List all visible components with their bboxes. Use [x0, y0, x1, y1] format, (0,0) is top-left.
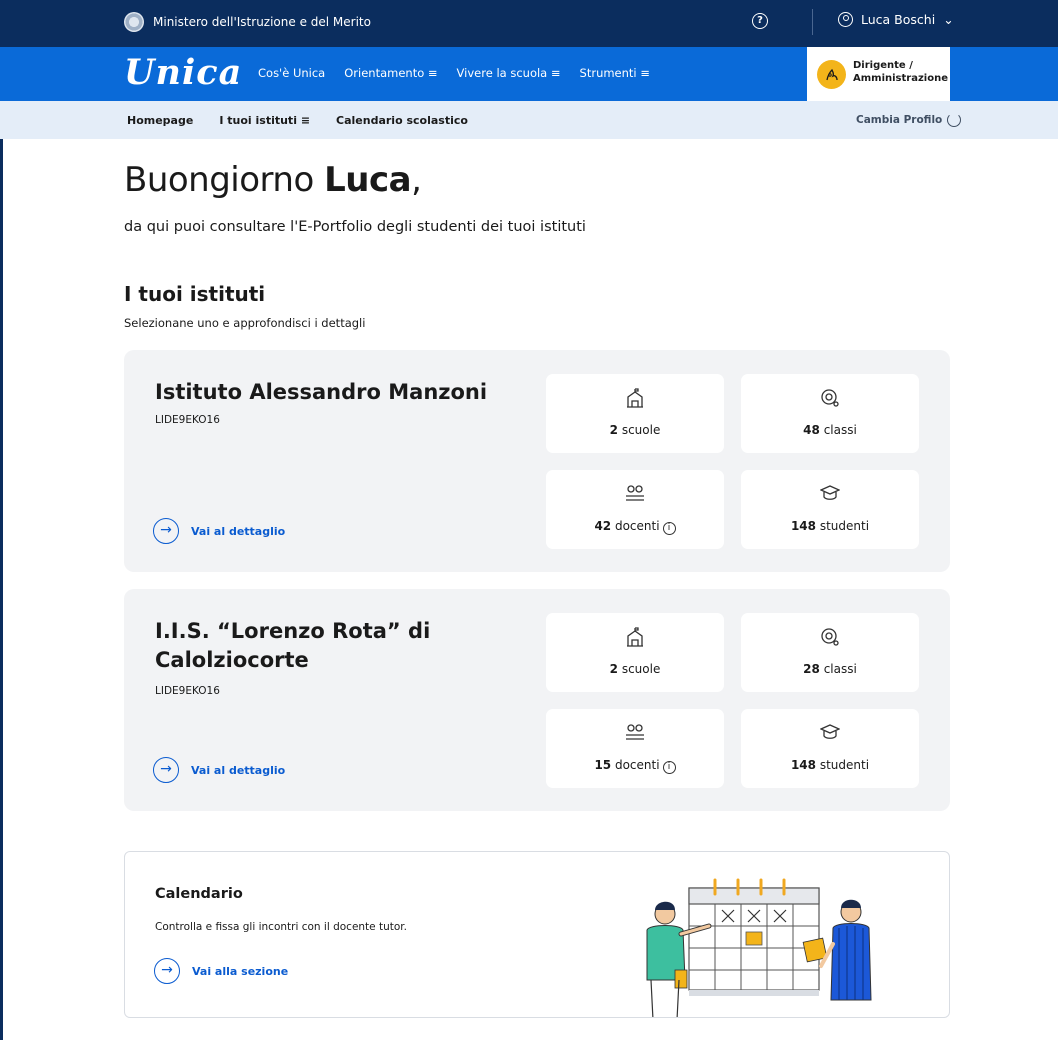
user-name: Luca Boschi — [861, 12, 936, 27]
institute-code: LIDE9EKO16 — [155, 414, 220, 426]
switch-icon — [947, 113, 962, 127]
detail-link-label: Vai al dettaglio — [191, 524, 286, 538]
greeting-text: Buongiorno — [124, 160, 314, 200]
switch-profile-label: Cambia Profilo — [856, 114, 943, 126]
arrow-right-icon: → — [154, 958, 180, 984]
detail-link[interactable]: → Vai al dettaglio — [153, 757, 285, 783]
stat-classi: 48 classi — [741, 374, 919, 453]
graduation-cap-icon — [741, 484, 919, 504]
stat-label: studenti — [819, 519, 870, 533]
stat-label: docenti — [614, 519, 660, 533]
nav-item-label: Strumenti — [579, 66, 637, 80]
stat-value: 2 — [609, 662, 618, 676]
class-icon — [741, 627, 919, 647]
stat-label: docenti — [614, 758, 660, 772]
subnav-homepage[interactable]: Homepage — [127, 114, 193, 127]
nav-item-orientamento[interactable]: Orientamento ≡ — [344, 66, 437, 80]
calendar-link[interactable]: → Vai alla sezione — [154, 958, 288, 984]
institute-name: Istituto Alessandro Manzoni — [155, 380, 488, 404]
stat-value: 2 — [609, 423, 618, 437]
arrow-right-icon: → — [153, 757, 179, 783]
user-icon — [838, 12, 853, 27]
unica-logo[interactable]: Unica — [124, 52, 242, 93]
nav-item-label: Vivere la scuola — [456, 66, 548, 80]
institute-name: I.I.S. “Lorenzo Rota” di Calolziocorte — [155, 619, 431, 672]
stat-classi: 28 classi — [741, 613, 919, 692]
nav-item-label: Cos'è Unica — [258, 66, 326, 80]
profile-switcher[interactable]: Dirigente / Amministrazione — [807, 47, 950, 101]
info-icon[interactable]: i — [662, 761, 676, 774]
calendar-link-label: Vai alla sezione — [192, 964, 289, 978]
section-title: I tuoi istituti — [124, 282, 266, 306]
calendar-subtitle: Controlla e fissa gli incontri con il do… — [155, 921, 407, 933]
nav-item-label: Orientamento — [344, 66, 425, 80]
stat-studenti: 148 studenti — [741, 709, 919, 788]
greeting-name: Luca — [324, 160, 412, 200]
institute-code: LIDE9EKO16 — [155, 685, 220, 697]
help-icon[interactable]: ? — [752, 13, 768, 29]
profile-role-line: Amministrazione — [853, 73, 948, 84]
calendar-title: Calendario — [155, 886, 243, 902]
calendar-illustration — [646, 878, 872, 1017]
subnav-calendario[interactable]: Calendario scolastico — [336, 114, 468, 127]
profile-role: Dirigente / Amministrazione — [853, 59, 948, 85]
ministry-name: Ministero dell'Istruzione e del Merito — [153, 15, 371, 29]
school-building-icon — [546, 627, 724, 647]
stat-label: studenti — [819, 758, 870, 772]
teachers-icon — [546, 723, 724, 743]
stat-docenti: 42 docenti i — [546, 470, 724, 549]
menu-icon: ≡ — [427, 66, 438, 80]
nav-item-vivere-la-scuola[interactable]: Vivere la scuola ≡ — [457, 66, 561, 80]
stat-value: 28 — [803, 662, 820, 676]
graduation-cap-icon — [741, 723, 919, 743]
ministry-link[interactable]: Ministero dell'Istruzione e del Merito — [124, 12, 371, 32]
stat-label: classi — [823, 423, 857, 437]
role-avatar-icon — [817, 60, 846, 89]
nav-item-cos-e-unica[interactable]: Cos'è Unica — [258, 66, 325, 80]
class-icon — [741, 388, 919, 408]
detail-link-label: Vai al dettaglio — [191, 763, 286, 777]
school-building-icon — [546, 388, 724, 408]
profile-role-line: Dirigente / — [853, 60, 913, 71]
calendar-card: Calendario Controlla e fissa gli incontr… — [124, 851, 950, 1018]
stat-value: 148 — [790, 758, 816, 772]
arrow-right-icon: → — [153, 518, 179, 544]
page-title: Buongiorno Luca, — [124, 160, 422, 200]
intro-text: da qui puoi consultare l'E-Portfolio deg… — [124, 219, 586, 235]
menu-icon: ≡ — [640, 66, 650, 80]
stat-label: scuole — [621, 662, 661, 676]
section-subtitle: Selezionane uno e approfondisci i dettag… — [124, 316, 366, 330]
republic-emblem-icon — [124, 12, 144, 32]
secondary-navigation: Homepage I tuoi istituti ≡ Calendario sc… — [0, 101, 1058, 139]
main-navigation: Unica Cos'è Unica Orientamento ≡ Vivere … — [0, 47, 1058, 101]
detail-link[interactable]: → Vai al dettaglio — [153, 518, 285, 544]
stat-scuole: 2 scuole — [546, 613, 724, 692]
user-menu-button[interactable]: Luca Boschi ⌄ — [838, 12, 954, 27]
stat-scuole: 2 scuole — [546, 374, 724, 453]
chevron-down-icon: ⌄ — [943, 12, 954, 27]
institute-card: I.I.S. “Lorenzo Rota” di Calolziocorte L… — [124, 589, 950, 811]
stat-value: 148 — [790, 519, 816, 533]
divider — [812, 9, 813, 35]
stat-value: 42 — [594, 519, 612, 533]
switch-profile-button[interactable]: Cambia Profilo — [856, 113, 962, 127]
subnav-istituti[interactable]: I tuoi istituti ≡ — [219, 114, 310, 127]
info-icon[interactable]: i — [662, 522, 676, 535]
stat-docenti: 15 docenti i — [546, 709, 724, 788]
greeting-comma: , — [411, 160, 422, 200]
nav-links: Cos'è Unica Orientamento ≡ Vivere la scu… — [258, 66, 650, 80]
stat-label: scuole — [621, 423, 661, 437]
teachers-icon — [546, 484, 724, 504]
nav-item-strumenti[interactable]: Strumenti ≡ — [580, 66, 650, 80]
ministry-bar: Ministero dell'Istruzione e del Merito ?… — [0, 0, 1058, 47]
stat-label: classi — [823, 662, 857, 676]
subnav-label: I tuoi istituti — [219, 114, 297, 127]
stat-value: 15 — [594, 758, 612, 772]
menu-icon: ≡ — [300, 114, 311, 127]
stat-value: 48 — [803, 423, 820, 437]
stat-studenti: 148 studenti — [741, 470, 919, 549]
menu-icon: ≡ — [550, 66, 561, 80]
institute-card: Istituto Alessandro Manzoni LIDE9EKO16 →… — [124, 350, 950, 572]
